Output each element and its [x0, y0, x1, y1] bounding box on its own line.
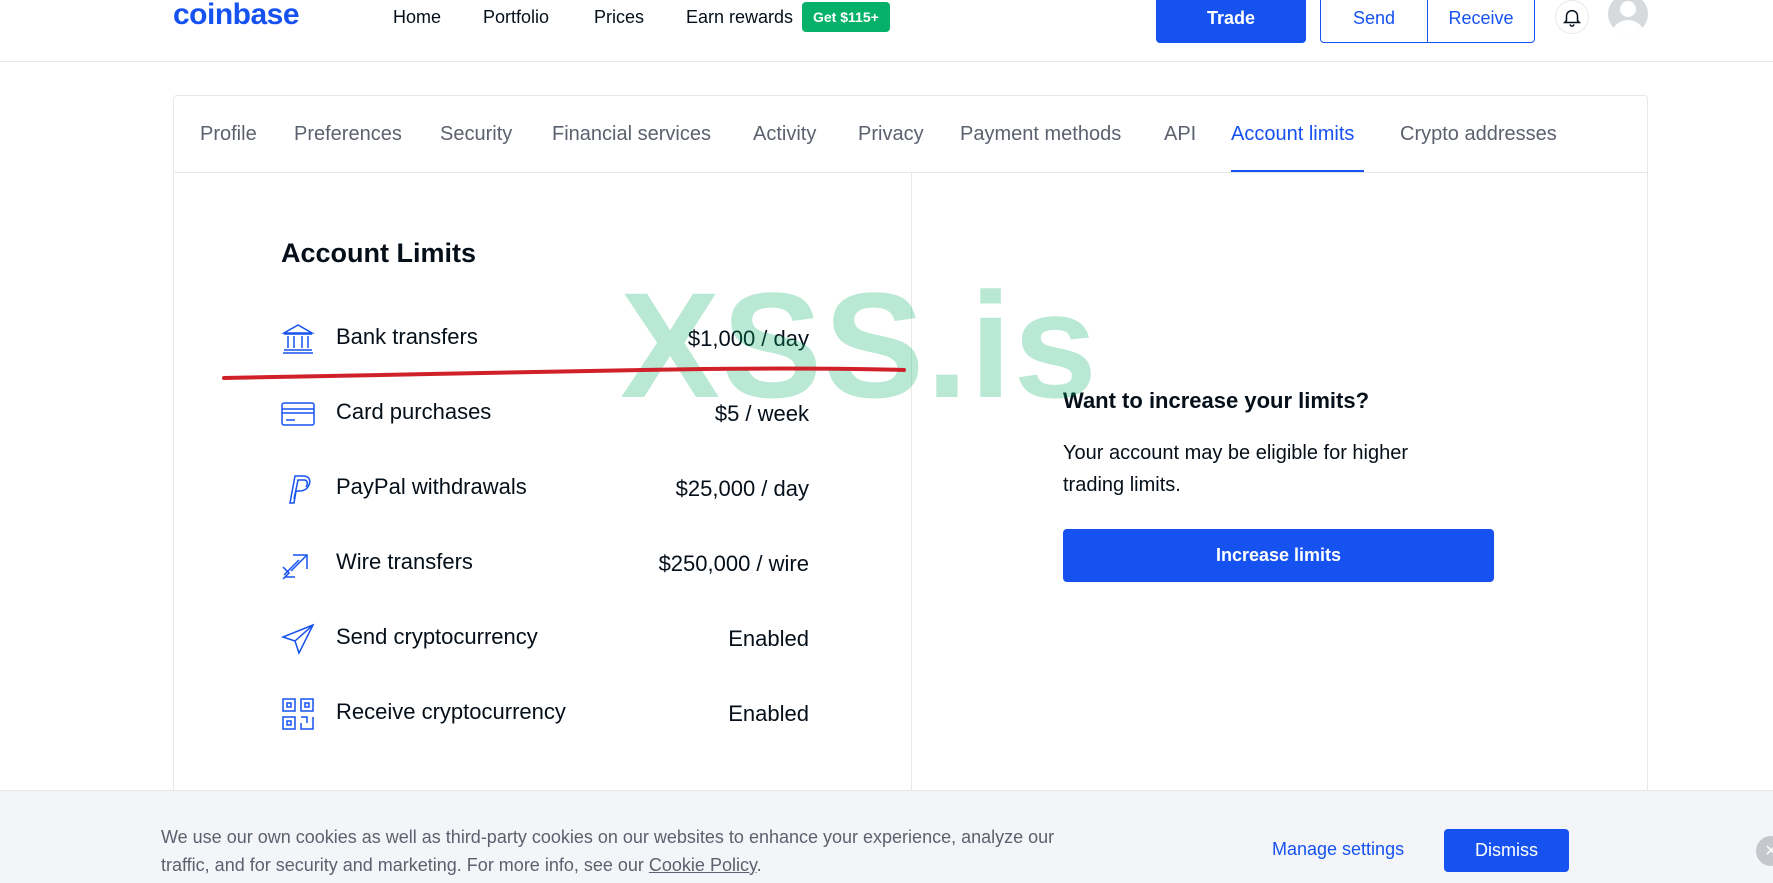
limit-label: Receive cryptocurrency	[336, 699, 566, 724]
limit-label: Wire transfers	[336, 549, 473, 574]
receive-button[interactable]: Receive	[1428, 0, 1534, 42]
cookie-banner: We use our own cookies as well as third-…	[0, 790, 1773, 883]
tab-privacy[interactable]: Privacy	[858, 123, 924, 146]
bell-icon	[1562, 9, 1582, 27]
send-receive-group: Send Receive	[1320, 0, 1535, 43]
limit-label: PayPal withdrawals	[336, 474, 527, 499]
earn-rewards-badge[interactable]: Get $115+	[802, 2, 890, 32]
limit-label: Bank transfers	[336, 324, 478, 349]
user-icon	[1613, 1, 1643, 34]
limit-row-bank-transfers: Bank transfers $1,000 / day	[281, 318, 809, 358]
notifications-button[interactable]	[1555, 0, 1589, 34]
trade-button[interactable]: Trade	[1156, 0, 1306, 43]
card-icon	[281, 402, 315, 426]
limit-value: $25,000 / day	[675, 476, 809, 501]
nav-home[interactable]: Home	[393, 7, 441, 28]
tab-security[interactable]: Security	[440, 123, 512, 146]
page-title: Account Limits	[281, 238, 477, 268]
settings-tabs: Profile Preferences Security Financial s…	[174, 96, 1647, 173]
top-navigation: coinbase Home Portfolio Prices Earn rewa…	[0, 0, 1773, 62]
tab-financial-services[interactable]: Financial services	[552, 123, 711, 146]
wire-icon	[282, 554, 308, 580]
cookie-period: .	[756, 855, 762, 875]
tab-account-limits[interactable]: Account limits	[1231, 123, 1354, 146]
coinbase-logo[interactable]: coinbase	[173, 0, 300, 32]
increase-limits-heading: Want to increase your limits?	[1063, 388, 1370, 413]
dismiss-button[interactable]: Dismiss	[1444, 829, 1569, 872]
tab-crypto-addresses[interactable]: Crypto addresses	[1400, 123, 1557, 146]
tab-profile[interactable]: Profile	[200, 123, 257, 146]
manage-settings-link[interactable]: Manage settings	[1272, 839, 1404, 860]
tab-payment-methods[interactable]: Payment methods	[960, 123, 1121, 146]
nav-earn-rewards[interactable]: Earn rewards	[686, 7, 793, 28]
tab-activity[interactable]: Activity	[753, 123, 816, 146]
limit-value: $250,000 / wire	[658, 551, 809, 576]
column-divider	[911, 173, 912, 883]
limit-row-card-purchases: Card purchases $5 / week	[281, 393, 809, 433]
cookie-policy-link[interactable]: Cookie Policy	[649, 855, 757, 875]
limit-value: Enabled	[728, 701, 809, 726]
nav-prices[interactable]: Prices	[594, 7, 644, 28]
paypal-icon	[289, 475, 311, 504]
close-icon[interactable]: ×	[1756, 836, 1773, 866]
limit-row-paypal-withdrawals: PayPal withdrawals $25,000 / day	[281, 468, 809, 508]
bank-icon	[281, 324, 315, 354]
limit-row-send-cryptocurrency: Send cryptocurrency Enabled	[281, 618, 809, 658]
active-tab-indicator	[1231, 170, 1364, 172]
send-icon	[281, 623, 315, 655]
tab-preferences[interactable]: Preferences	[294, 123, 402, 146]
limit-row-receive-cryptocurrency: Receive cryptocurrency Enabled	[281, 693, 809, 733]
increase-limits-description: Your account may be eligible for higher …	[1063, 442, 1409, 496]
limit-value: $5 / week	[714, 401, 809, 426]
send-button[interactable]: Send	[1321, 0, 1428, 42]
settings-panel: Profile Preferences Security Financial s…	[173, 95, 1648, 883]
tab-api[interactable]: API	[1164, 123, 1196, 146]
cookie-text: We use our own cookies as well as third-…	[161, 827, 1055, 875]
cookie-message: We use our own cookies as well as third-…	[161, 823, 1101, 879]
limit-value: $1,000 / day	[687, 326, 809, 351]
limit-label: Send cryptocurrency	[336, 624, 538, 649]
limit-row-wire-transfers: Wire transfers $250,000 / wire	[281, 543, 809, 583]
nav-portfolio[interactable]: Portfolio	[483, 7, 549, 28]
limit-value: Enabled	[728, 626, 809, 651]
qr-icon	[282, 698, 314, 730]
increase-limits-button[interactable]: Increase limits	[1063, 529, 1494, 582]
limit-label: Card purchases	[336, 399, 492, 424]
avatar[interactable]	[1608, 0, 1648, 34]
